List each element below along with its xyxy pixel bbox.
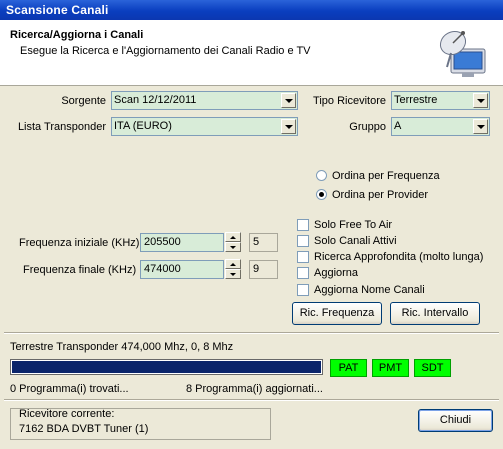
wizard-header: Ricerca/Aggiorna i Canali Esegue la Rice… [0, 20, 503, 86]
header-title: Ricerca/Aggiorna i Canali [10, 29, 144, 41]
window-title: Scansione Canali [0, 0, 503, 20]
solo-free-to-air-checkbox[interactable] [297, 219, 309, 231]
ricerca-approfondita-label[interactable]: Ricerca Approfondita (molto lunga) [314, 251, 483, 263]
lista-transponder-label: Lista Transponder [17, 121, 106, 133]
spin-up-icon[interactable] [225, 232, 241, 242]
header-subtitle: Esegue la Ricerca e l'Aggiornamento dei … [20, 45, 311, 57]
frequenza-iniziale-spinner[interactable] [225, 232, 241, 252]
tipo-ricevitore-value: Terrestre [394, 94, 438, 106]
aggiorna-checkbox[interactable] [297, 267, 309, 279]
sorgente-value: Scan 12/12/2011 [114, 94, 197, 106]
frequenza-iniziale-label: Frequenza iniziale (KHz) [19, 237, 140, 249]
chevron-down-icon[interactable] [281, 93, 296, 108]
ordina-frequenza-radio[interactable] [316, 170, 327, 181]
lista-transponder-value: ITA (EURO) [114, 120, 172, 132]
scan-progress-bar [10, 359, 323, 375]
ricevitore-corrente-value: 7162 BDA DVBT Tuner (1) [19, 423, 149, 435]
ordina-provider-radio[interactable] [316, 189, 327, 200]
scan-progress-fill [12, 361, 321, 373]
solo-canali-attivi-label[interactable]: Solo Canali Attivi [314, 235, 397, 247]
spin-down-icon[interactable] [225, 242, 241, 252]
chevron-down-icon[interactable] [473, 93, 488, 108]
sdt-status-badge: SDT [414, 359, 451, 377]
chevron-down-icon[interactable] [473, 119, 488, 134]
tipo-ricevitore-combo[interactable]: Terrestre [391, 91, 490, 110]
programmi-aggiornati: 8 Programma(i) aggiornati... [186, 383, 323, 395]
aggiorna-label[interactable]: Aggiorna [314, 267, 358, 279]
separator [4, 399, 499, 401]
pat-status-badge: PAT [330, 359, 367, 377]
gruppo-combo[interactable]: A [391, 117, 490, 136]
spin-up-icon[interactable] [225, 259, 241, 269]
ordina-provider-label[interactable]: Ordina per Provider [332, 189, 428, 201]
separator [4, 332, 499, 334]
pmt-status-badge: PMT [372, 359, 409, 377]
aggiorna-nome-canali-label[interactable]: Aggiorna Nome Canali [314, 284, 425, 296]
transponder-status: Terrestre Transponder 474,000 Mhz, 0, 8 … [10, 341, 234, 353]
chevron-down-icon[interactable] [281, 119, 296, 134]
ric-frequenza-button[interactable]: Ric. Frequenza [292, 302, 382, 325]
chiudi-button[interactable]: Chiudi [418, 409, 493, 432]
frequenza-finale-input[interactable]: 474000 [140, 260, 224, 279]
solo-free-to-air-label[interactable]: Solo Free To Air [314, 219, 392, 231]
frequenza-finale-index: 9 [249, 260, 278, 279]
ricerca-approfondita-checkbox[interactable] [297, 251, 309, 263]
ricevitore-corrente-group: Ricevitore corrente: 7162 BDA DVBT Tuner… [10, 408, 271, 440]
gruppo-label: Gruppo [349, 121, 386, 133]
frequenza-iniziale-input[interactable]: 205500 [140, 233, 224, 252]
solo-canali-attivi-checkbox[interactable] [297, 235, 309, 247]
ricevitore-corrente-label: Ricevitore corrente: [19, 408, 115, 420]
sorgente-label: Sorgente [61, 95, 106, 107]
frequenza-finale-spinner[interactable] [225, 259, 241, 279]
sorgente-combo[interactable]: Scan 12/12/2011 [111, 91, 298, 110]
spin-down-icon[interactable] [225, 269, 241, 279]
frequenza-iniziale-index: 5 [249, 233, 278, 252]
ordina-frequenza-label[interactable]: Ordina per Frequenza [332, 170, 440, 182]
gruppo-value: A [394, 120, 402, 132]
programmi-trovati: 0 Programma(i) trovati... [10, 383, 129, 395]
frequenza-finale-label: Frequenza finale (KHz) [23, 264, 137, 276]
tipo-ricevitore-label: Tipo Ricevitore [313, 95, 386, 107]
aggiorna-nome-canali-checkbox[interactable] [297, 284, 309, 296]
lista-transponder-combo[interactable]: ITA (EURO) [111, 117, 298, 136]
satellite-dish-icon [439, 30, 486, 77]
ric-intervallo-button[interactable]: Ric. Intervallo [390, 302, 480, 325]
